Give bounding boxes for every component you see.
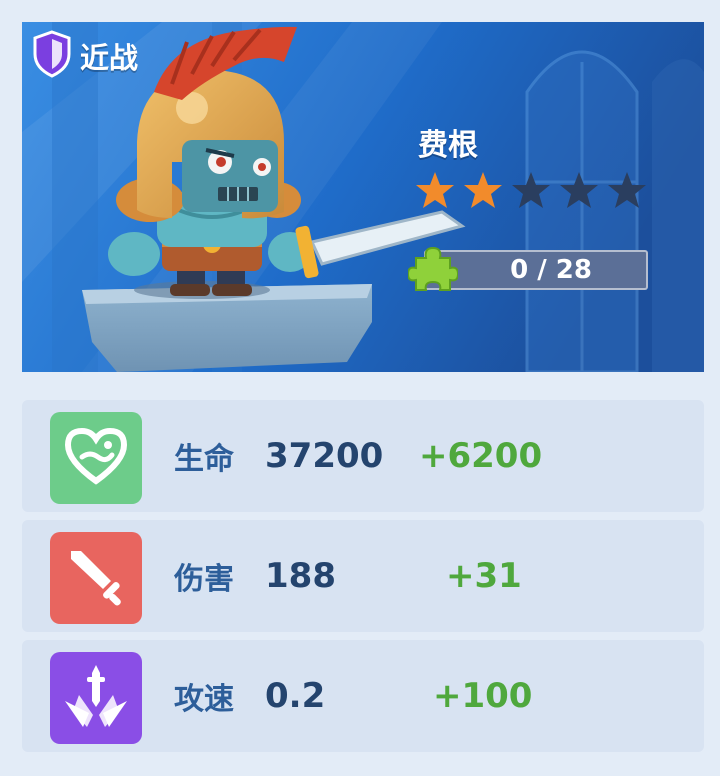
hero-card: 近战 费根 0 / 28 生命 37200 +6200 伤害 188 +31 攻… — [0, 0, 720, 776]
shield-icon — [32, 30, 72, 82]
star-empty-icon — [558, 170, 600, 214]
shard-progress-text: 0 / 28 — [510, 255, 592, 285]
stat-row-damage: 伤害 188 +31 — [22, 520, 704, 632]
hero-stats-list: 生命 37200 +6200 伤害 188 +31 攻速 0.2 +100 — [22, 400, 704, 760]
stat-value: 188 — [265, 556, 336, 596]
hero-type-badge: 近战 — [32, 30, 139, 82]
hero-star-rating — [414, 170, 648, 214]
stat-value: 0.2 — [265, 676, 326, 716]
stat-bonus: +100 — [433, 676, 533, 716]
stat-row-attack-speed: 攻速 0.2 +100 — [22, 640, 704, 752]
puzzle-piece-icon — [406, 244, 460, 298]
hero-portrait-panel[interactable]: 近战 费根 0 / 28 — [22, 22, 704, 372]
stat-bonus: +6200 — [419, 436, 543, 476]
speed-sword-icon — [61, 661, 131, 735]
stat-bonus: +31 — [446, 556, 522, 596]
stat-value: 37200 — [265, 436, 384, 476]
damage-stat-icon-tile — [50, 532, 142, 624]
stat-row-health: 生命 37200 +6200 — [22, 400, 704, 512]
hero-name: 费根 — [418, 128, 478, 163]
stat-label: 生命 — [174, 442, 234, 477]
health-stat-icon-tile — [50, 412, 142, 504]
star-empty-icon — [606, 170, 648, 214]
star-filled-icon — [414, 170, 456, 214]
stat-label: 伤害 — [174, 562, 234, 597]
star-empty-icon — [510, 170, 552, 214]
hero-type-label: 近战 — [80, 41, 139, 75]
sword-icon — [65, 545, 127, 611]
stat-label: 攻速 — [174, 682, 234, 717]
attack-speed-stat-icon-tile — [50, 652, 142, 744]
heart-icon — [64, 427, 128, 489]
star-filled-icon — [462, 170, 504, 214]
